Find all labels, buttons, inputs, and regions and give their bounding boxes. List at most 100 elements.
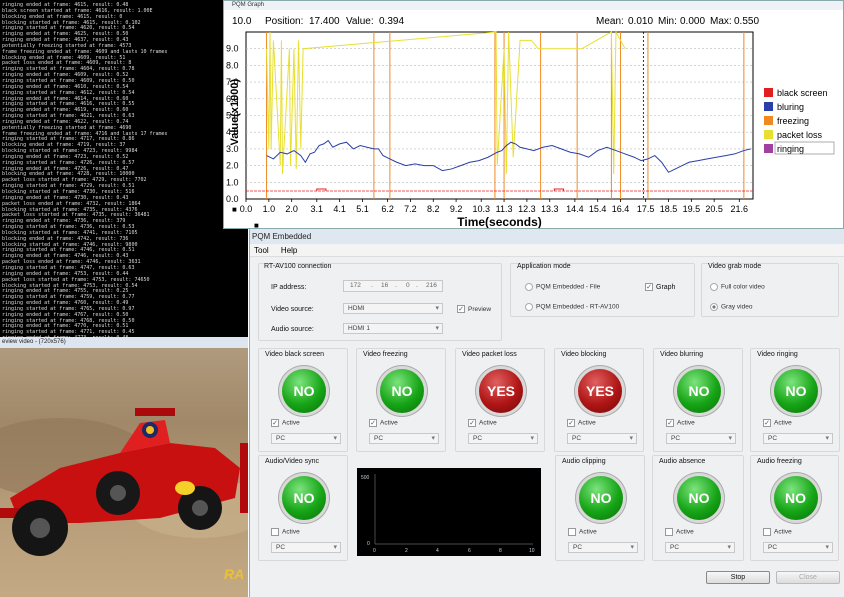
sync-x-tick-1: 2	[405, 548, 408, 554]
x-tick-label: 14.4	[566, 204, 584, 214]
detector-active-check-box[interactable]: ✓	[369, 419, 377, 427]
detector-active-check-box[interactable]	[568, 528, 576, 536]
detector-source-select[interactable]: PC	[271, 433, 341, 444]
detector-panel: Video packet loss YES ✓ Active PC	[455, 348, 545, 452]
detector-source-select[interactable]: PC	[665, 542, 735, 553]
mean-value: 0.010	[628, 16, 653, 27]
menu-help[interactable]: Help	[281, 246, 297, 255]
value-value: 0.394	[379, 16, 404, 27]
detector-active-label: Active	[479, 419, 497, 427]
x-tick-label: 11.3	[496, 204, 513, 214]
x-tick-label: 19.5	[683, 204, 701, 214]
x-tick-label: 2.0	[285, 204, 298, 214]
detector-active-checkbox[interactable]: ✓ Active	[567, 419, 596, 427]
x-tick-label: 5.1	[356, 204, 369, 214]
detector-active-label: Active	[282, 528, 300, 536]
max-value: 0.550	[734, 16, 759, 27]
detector-active-check-box[interactable]: ✓	[271, 419, 279, 427]
gray-video-radio-dot[interactable]	[710, 303, 718, 311]
detector-active-check-box[interactable]	[665, 528, 673, 536]
detector-source-select[interactable]: PC	[271, 542, 341, 553]
x-tick-label: 8.2	[427, 204, 440, 214]
preview-label: Preview	[468, 305, 492, 313]
mode-rt-radio-dot[interactable]	[525, 303, 533, 311]
detector-active-check-box[interactable]: ✓	[763, 419, 771, 427]
pqm-main-window: PQM Embedded Tool Help RT-AV100 connecti…	[249, 229, 844, 597]
detector-source-select[interactable]: PC	[666, 433, 736, 444]
legend-label: freezing	[777, 116, 809, 126]
detector-title: Audio/Video sync	[265, 458, 319, 465]
x-tick-label: 1.0	[263, 204, 276, 214]
detector-active-checkbox[interactable]: Active	[665, 528, 694, 536]
y-axis-label: Value(x1000)	[229, 79, 241, 146]
detector-source-select[interactable]: PC	[763, 542, 833, 553]
sync-y-bottom: 0	[367, 541, 370, 547]
audio-source-label: Audio source:	[271, 326, 314, 333]
detector-active-label: Active	[677, 419, 695, 427]
detector-status-lamp: NO	[773, 476, 818, 520]
detector-active-check-box[interactable]: ✓	[567, 419, 575, 427]
detector-panel: Video blurring NO ✓ Active PC	[653, 348, 743, 452]
graph-checkbox[interactable]: ✓ Graph	[645, 283, 675, 291]
detector-status-lamp: NO	[677, 369, 721, 413]
detector-active-checkbox[interactable]: ✓ Active	[763, 419, 792, 427]
detector-panel: Audio absence NO Active PC	[652, 455, 744, 561]
detector-active-check-box[interactable]: ✓	[468, 419, 476, 427]
x-tick-label: 7.2	[404, 204, 417, 214]
detector-active-check-box[interactable]	[763, 528, 771, 536]
mode-file-radio[interactable]: PQM Embedded - File	[525, 283, 600, 291]
detector-active-checkbox[interactable]: Active	[271, 528, 300, 536]
detector-active-checkbox[interactable]: ✓ Active	[468, 419, 497, 427]
detector-active-label: Active	[380, 419, 398, 427]
detector-active-label: Active	[774, 528, 792, 536]
graph-window-title: PQM Graph	[224, 1, 843, 10]
legend-swatch	[764, 116, 773, 125]
detector-active-checkbox[interactable]: ✓ Active	[369, 419, 398, 427]
sync-x-tick-0: 0	[373, 548, 376, 554]
min-label: Min:	[658, 16, 677, 27]
detector-active-checkbox[interactable]: ✓ Active	[271, 419, 300, 427]
x-tick-label: 15.4	[589, 204, 607, 214]
mode-rt-label: PQM Embedded - RT-AV100	[536, 303, 620, 311]
menu-tool[interactable]: Tool	[254, 246, 269, 255]
detector-title: Audio clipping	[562, 458, 606, 465]
detector-active-checkbox[interactable]: Active	[568, 528, 597, 536]
detector-source-select[interactable]: PC	[369, 433, 439, 444]
full-color-radio-dot[interactable]	[710, 283, 718, 291]
audio-source-select[interactable]: HDMI 1	[343, 323, 443, 334]
mode-rt-radio[interactable]: PQM Embedded - RT-AV100	[525, 303, 619, 311]
detector-source-select[interactable]: PC	[568, 542, 638, 553]
full-color-radio[interactable]: Full color video	[710, 283, 765, 291]
detector-source-select[interactable]: PC	[468, 433, 538, 444]
legend-swatch	[764, 88, 773, 97]
graph-check-box[interactable]: ✓	[645, 283, 653, 291]
detector-title: Audio freezing	[757, 458, 802, 465]
preview-check-box[interactable]: ✓	[457, 305, 465, 313]
detector-title: Audio absence	[659, 458, 706, 465]
x-axis-label: Time(seconds)	[457, 215, 541, 228]
detector-active-checkbox[interactable]: Active	[763, 528, 792, 536]
detector-status-lamp: NO	[380, 369, 424, 413]
ip-dot-1: .	[371, 282, 373, 289]
legend-swatch	[764, 144, 773, 153]
x-tick-label: 12.3	[518, 204, 536, 214]
detector-panel: Video black screen NO ✓ Active PC	[258, 348, 348, 452]
preview-checkbox[interactable]: ✓ Preview	[457, 305, 491, 313]
video-source-select[interactable]: HDMI	[343, 303, 443, 314]
gray-video-radio[interactable]: Gray video	[710, 303, 752, 311]
detector-active-check-box[interactable]	[271, 528, 279, 536]
graph-label: Graph	[656, 283, 676, 291]
app-mode-title: Application mode	[517, 263, 571, 270]
detector-source-select[interactable]: PC	[763, 433, 833, 444]
log-console: ringing ended at frame: 4615, result: 0.…	[0, 0, 248, 337]
sync-x-tick-3: 6	[468, 548, 471, 554]
ip-input[interactable]: 172 . 16 . 0 . 216	[343, 280, 443, 292]
mode-file-radio-dot[interactable]	[525, 283, 533, 291]
detector-active-checkbox[interactable]: ✓ Active	[666, 419, 695, 427]
max-label: Max:	[710, 16, 732, 27]
y-tick-label: 2.0	[226, 161, 239, 171]
detector-active-check-box[interactable]: ✓	[666, 419, 674, 427]
close-button[interactable]: Close	[776, 571, 840, 584]
stop-button[interactable]: Stop	[706, 571, 770, 584]
detector-source-select[interactable]: PC	[567, 433, 637, 444]
